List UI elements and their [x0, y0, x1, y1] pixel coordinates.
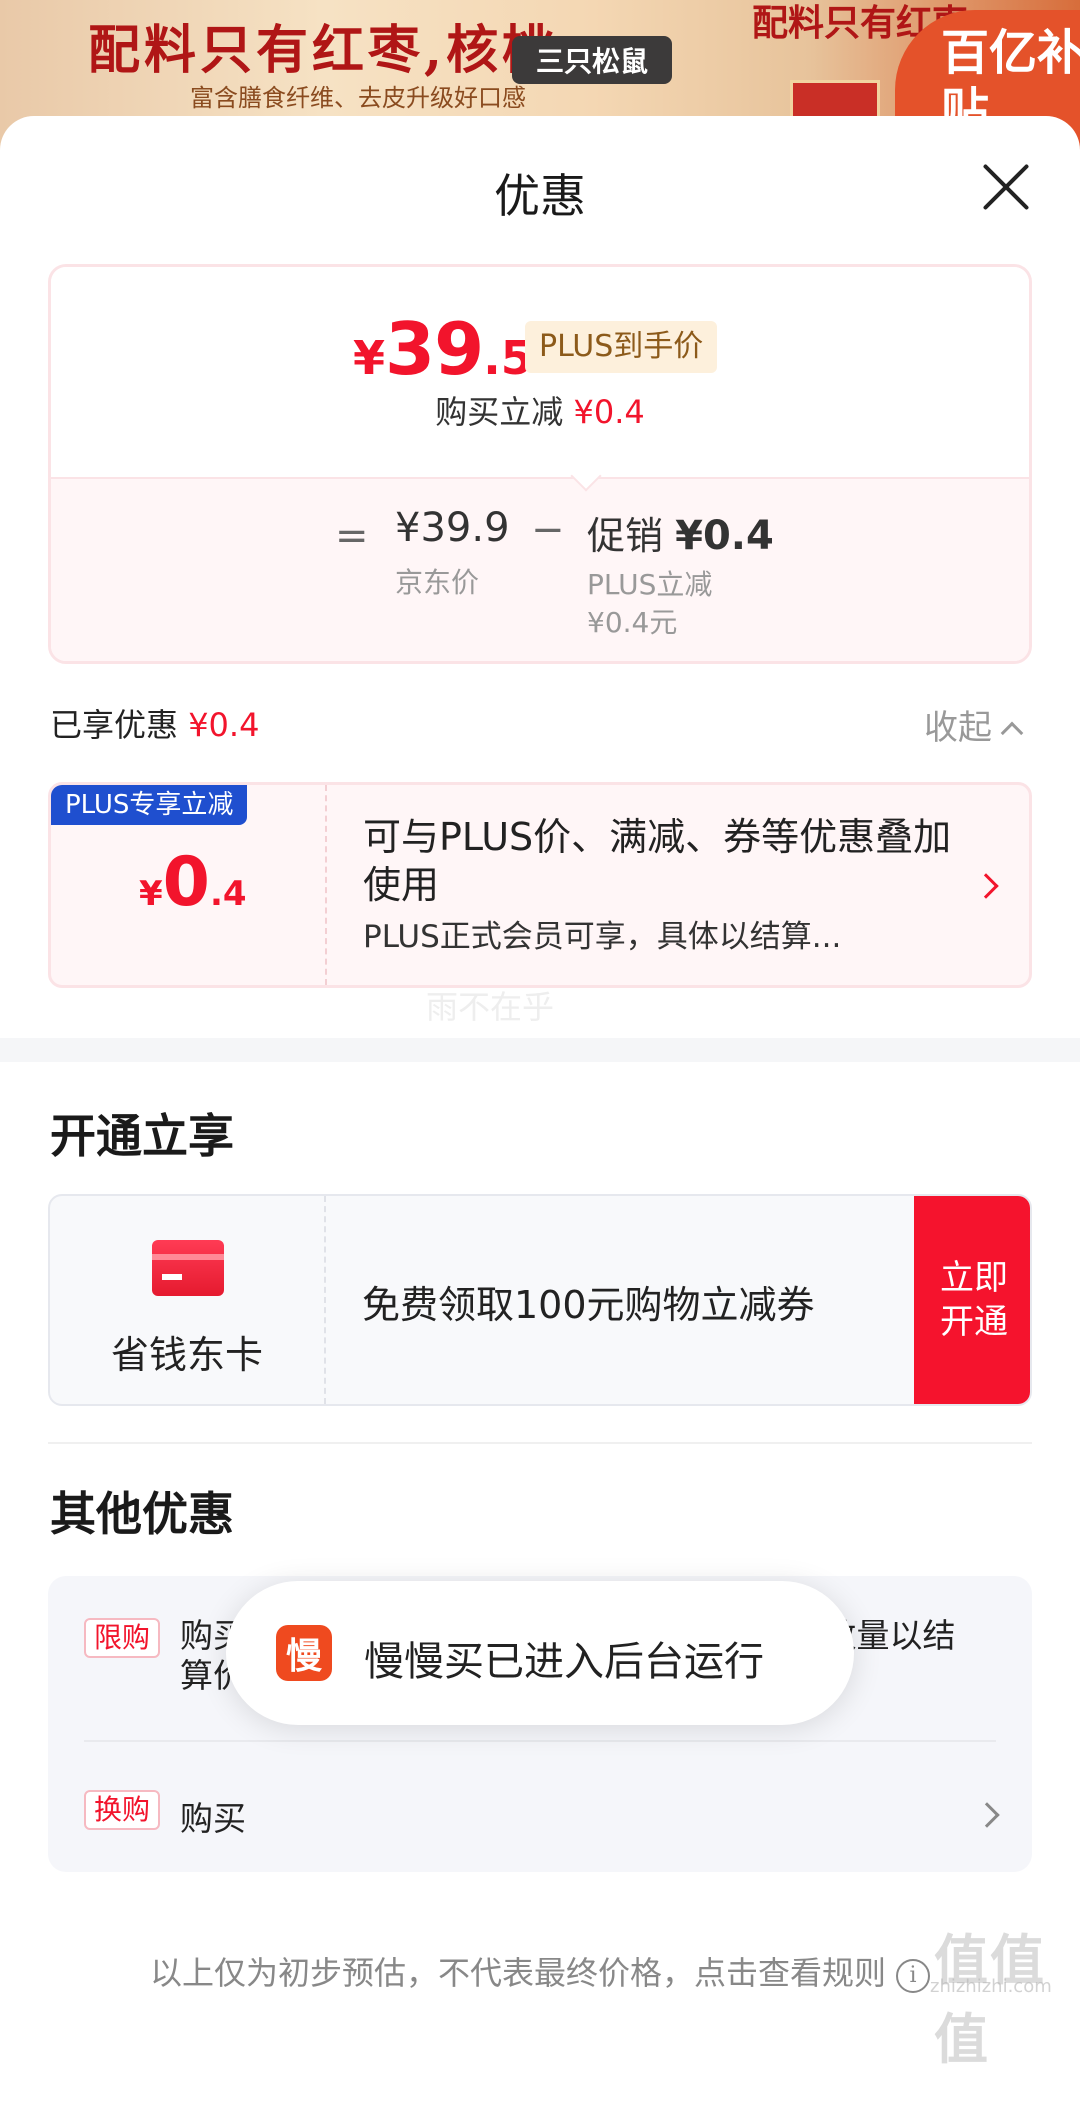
equals-sign: = — [335, 513, 369, 559]
minus-sign: − — [531, 507, 565, 553]
other-section-title: 其他优惠 — [50, 1487, 234, 1541]
section-divider — [0, 1038, 1080, 1062]
currency-symbol: ¥ — [353, 331, 386, 385]
background-running-toast: 慢 慢慢买已进入后台运行 — [226, 1581, 854, 1725]
estimate-disclaimer[interactable]: 以上仅为初步预估，不代表最终价格，点击查看规则 i — [0, 1948, 1080, 1994]
promo-discount: 促销 ¥0.4 — [587, 505, 774, 560]
instant-discount-label: 购买立减 — [435, 393, 564, 431]
info-icon[interactable]: i — [896, 1959, 930, 1993]
membership-offer-text: 免费领取100元购物立减券 — [362, 1283, 815, 1327]
chevron-up-icon — [1000, 721, 1024, 745]
coupon-amount-integer: 0 — [162, 843, 210, 922]
chevron-right-icon — [973, 873, 999, 899]
banner-title: 配料只有红枣,核桃 — [88, 20, 559, 81]
open-now-button[interactable]: 立即开通 — [914, 1196, 1030, 1404]
promo-amount: ¥0.4 — [675, 513, 774, 559]
coupon-description: 可与PLUS价、满减、券等优惠叠加使用 — [363, 815, 952, 907]
discount-sheet: 优惠 ¥39.5 PLUS到手价 购买立减 ¥0.4 = ¥39.9 京东价 −… — [0, 116, 1080, 2104]
jd-price: ¥39.9 — [395, 505, 510, 551]
corner-watermark-url: zhizhizhi.com — [930, 1976, 1052, 1997]
limit-purchase-badge: 限购 — [84, 1618, 161, 1658]
sheet-title: 优惠 — [494, 169, 586, 223]
enjoyed-discount: 已享优惠 ¥0.4 — [50, 700, 259, 746]
coupon-note: PLUS正式会员可享，具体以结算... — [363, 919, 842, 955]
disclaimer-text: 以上仅为初步预估，不代表最终价格，点击查看规则 — [149, 1954, 886, 1992]
coupon-divider — [325, 785, 327, 985]
coupon-currency: ¥ — [139, 874, 163, 914]
trade-in-text[interactable]: 购买 — [180, 1792, 246, 1840]
final-price: ¥39.5 — [353, 307, 533, 391]
plus-exclusive-tag: PLUS专享立减 — [51, 785, 248, 825]
enjoyed-label: 已享优惠 — [50, 706, 179, 744]
membership-offer-card[interactable]: 省钱东卡 免费领取100元购物立减券 立即开通 — [48, 1194, 1032, 1406]
credit-card-icon — [152, 1240, 224, 1296]
toast-text: 慢慢买已进入后台运行 — [364, 1639, 764, 1685]
open-now-label: 立即开通 — [940, 1258, 1008, 1342]
trade-in-badge: 换购 — [84, 1790, 161, 1830]
plus-price-tag: PLUS到手价 — [525, 321, 718, 373]
collapse-label: 收起 — [924, 708, 992, 748]
promo-detail-amount: ¥0.4元 — [587, 606, 678, 639]
promo-detail-name: PLUS立减 — [587, 568, 713, 601]
coupon-amount: ¥0.4 — [139, 843, 247, 922]
thin-divider — [48, 1442, 1032, 1444]
row-divider — [84, 1740, 996, 1742]
banner-subtitle: 富含膳食纤维、去皮升级好口感 — [190, 84, 526, 112]
promo-label: 促销 — [587, 514, 664, 558]
coupon-amount-decimal: .4 — [210, 874, 247, 914]
card-divider — [324, 1196, 326, 1404]
instant-discount-line: 购买立减 ¥0.4 — [51, 387, 1029, 433]
watermark-text: 雨不在乎 — [426, 988, 555, 1026]
app-icon: 慢 — [276, 1625, 332, 1681]
jd-price-label: 京东价 — [395, 566, 480, 599]
price-breakdown: = ¥39.9 京东价 − 促销 ¥0.4 PLUS立减 ¥0.4元 — [51, 477, 1029, 661]
chevron-right-icon[interactable] — [974, 1802, 1000, 1828]
instant-discount-amount: ¥0.4 — [573, 393, 645, 431]
close-icon[interactable] — [980, 160, 1032, 212]
final-price-integer: 39 — [385, 307, 484, 391]
price-summary-top: ¥39.5 PLUS到手价 购买立减 ¥0.4 — [51, 267, 1029, 477]
enjoyed-amount: ¥0.4 — [188, 706, 260, 744]
collapse-button[interactable]: 收起 — [924, 700, 1024, 749]
open-section-title: 开通立享 — [50, 1109, 234, 1163]
price-summary-card: ¥39.5 PLUS到手价 购买立减 ¥0.4 = ¥39.9 京东价 − 促销… — [48, 264, 1032, 664]
card-name: 省钱东卡 — [110, 1333, 263, 1377]
brand-logo: 三只松鼠 — [512, 36, 672, 84]
plus-discount-coupon[interactable]: PLUS专享立减 ¥0.4 可与PLUS价、满减、券等优惠叠加使用 PLUS正式… — [48, 782, 1032, 988]
